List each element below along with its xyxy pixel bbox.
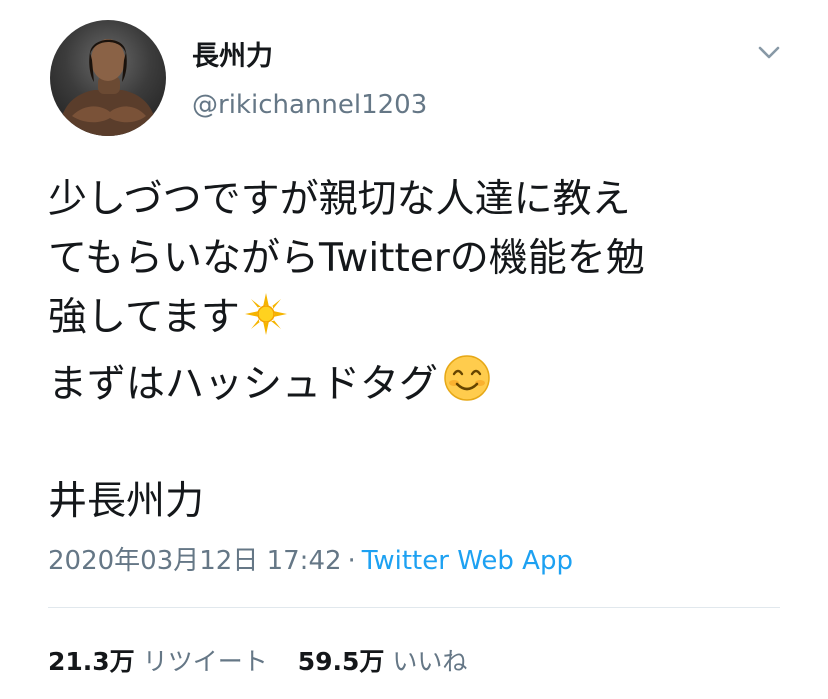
avatar-photo — [58, 39, 158, 136]
tweet-line-with-emoji: まずはハッシュドタグ — [48, 353, 808, 420]
chevron-down-icon[interactable] — [756, 40, 782, 64]
likes-label: いいね — [392, 647, 468, 676]
retweets-stat[interactable]: 21.3万 リツイート — [48, 647, 268, 676]
sparkle-sun-emoji — [244, 292, 288, 353]
timestamp[interactable]: 2020年03月12日 17:42 — [48, 546, 342, 576]
tweet-line-with-emoji: 強してます — [48, 288, 808, 353]
avatar[interactable] — [50, 20, 166, 136]
tweet-card: 長州力 @rikichannel1203 少しづつですが親切な人達に教え てもら… — [0, 0, 828, 699]
user-handle[interactable]: @rikichannel1203 — [192, 90, 427, 120]
likes-stat[interactable]: 59.5万 いいね — [298, 647, 468, 676]
retweets-label: リツイート — [142, 647, 268, 676]
divider — [48, 607, 780, 608]
meta-separator: · — [347, 546, 356, 576]
tweet-line: 少しづつですが親切な人達に教え — [48, 177, 631, 222]
tweet-line-text: まずはハッシュドタグ — [48, 362, 439, 407]
smiling-face-emoji — [442, 353, 492, 420]
source-link[interactable]: Twitter Web App — [362, 546, 573, 576]
tweet-stats: 21.3万 リツイート 59.5万 いいね — [48, 642, 467, 678]
display-name[interactable]: 長州力 — [192, 34, 273, 73]
tweet-line-text: 強してます — [48, 295, 240, 340]
tweet-line: てもらいながらTwitterの機能を勉 — [48, 236, 645, 281]
tweet-text: 少しづつですが親切な人達に教え てもらいながらTwitterの機能を勉 強してま… — [48, 170, 808, 420]
tweet-meta: 2020年03月12日 17:42 · Twitter Web App — [48, 540, 573, 577]
hashtag-text: 井長州力 — [48, 479, 205, 524]
likes-count: 59.5万 — [297, 647, 385, 676]
retweets-count: 21.3万 — [48, 647, 135, 676]
